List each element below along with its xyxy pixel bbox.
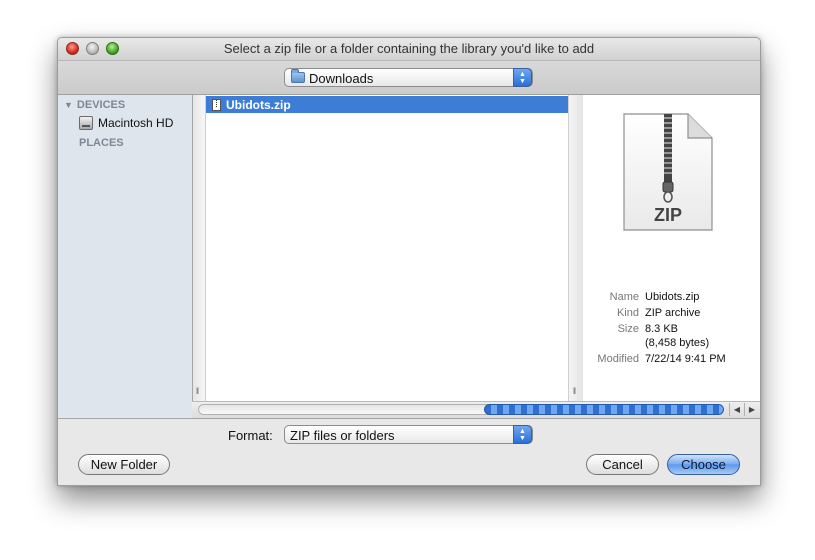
info-value: ZIP archive	[645, 307, 701, 319]
format-popup-label: ZIP files or folders	[290, 428, 395, 443]
preview-pane: ZIP Name Ubidots.zip Kind ZIP archive Si…	[583, 95, 760, 401]
location-popup[interactable]: Downloads ▲ ▼	[284, 68, 533, 87]
info-value: 7/22/14 9:41 PM	[645, 353, 726, 365]
title-bar[interactable]: Select a zip file or a folder containing…	[58, 38, 760, 61]
sidebar-item-label: Macintosh HD	[98, 116, 174, 130]
zip-file-icon	[212, 98, 221, 111]
format-label: Format:	[228, 428, 273, 443]
folder-icon	[291, 69, 305, 83]
scroll-right-arrow-icon[interactable]: ▶	[744, 403, 759, 416]
sidebar-section-places[interactable]: PLACES	[79, 137, 124, 149]
location-popup-label: Downloads	[309, 71, 374, 86]
hard-drive-icon	[79, 116, 93, 130]
info-value: 8.3 KB	[645, 323, 679, 335]
info-value: (8,458 bytes)	[645, 337, 710, 349]
scroll-left-arrow-icon[interactable]: ◀	[729, 403, 744, 416]
column-resize-handle-icon[interactable]: ll	[573, 386, 576, 396]
file-name: Ubidots.zip	[226, 97, 291, 112]
format-popup[interactable]: ZIP files or folders ▲ ▼	[284, 425, 533, 444]
sidebar-section-devices[interactable]: ▼ DEVICES	[64, 99, 125, 111]
list-item[interactable]: Ubidots.zip	[206, 96, 568, 113]
file-dialog-window: Select a zip file or a folder containing…	[57, 37, 761, 486]
info-key: Modified	[597, 353, 639, 365]
cancel-button[interactable]: Cancel	[586, 454, 659, 475]
sidebar-column-gutter[interactable]: ll	[193, 95, 206, 401]
disclosure-triangle-icon[interactable]: ▼	[64, 100, 73, 110]
sidebar: ▼ DEVICES Macintosh HD PLACES	[58, 95, 193, 417]
bottom-bar: Format: ZIP files or folders ▲ ▼ New Fold…	[58, 418, 760, 485]
popup-stepper-icon: ▲ ▼	[513, 425, 532, 444]
scrollbar-thumb[interactable]	[484, 404, 724, 415]
window-title: Select a zip file or a folder containing…	[223, 41, 595, 56]
popup-stepper-icon: ▲ ▼	[513, 68, 532, 87]
horizontal-scrollbar[interactable]: ◀ ▶	[192, 401, 760, 418]
toolbar: Downloads ▲ ▼	[58, 61, 760, 95]
zip-icon-label: ZIP	[653, 205, 682, 225]
column-resize-handle-icon[interactable]: ll	[196, 386, 199, 396]
sidebar-places-header: PLACES	[79, 137, 124, 149]
choose-button[interactable]: Choose	[667, 454, 740, 475]
sidebar-devices-header: DEVICES	[76, 99, 126, 111]
new-folder-button[interactable]: New Folder	[78, 454, 170, 475]
sidebar-item-macintosh-hd[interactable]: Macintosh HD	[79, 116, 173, 130]
column-divider[interactable]: ll	[568, 95, 584, 401]
info-value: Ubidots.zip	[645, 291, 700, 303]
info-key: Size	[617, 323, 639, 335]
file-list: Ubidots.zip	[206, 95, 568, 401]
info-key: Kind	[616, 307, 639, 319]
info-key: Name	[609, 291, 639, 303]
